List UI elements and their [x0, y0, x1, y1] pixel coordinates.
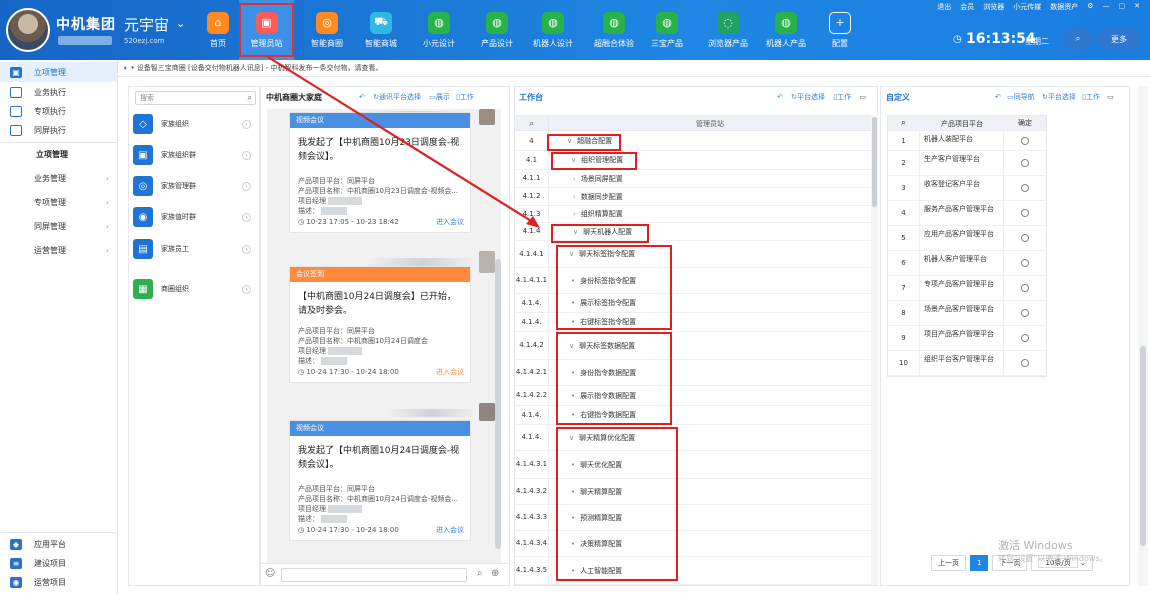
annotation-arrow — [267, 56, 540, 228]
app-window: 中机集团 元宇宙 ⌄ 520ezj.com ⌂ 首页 ▣ 管理员站 ◎ 智能商圈 ⛟ 智能商城… — [0, 0, 1150, 594]
